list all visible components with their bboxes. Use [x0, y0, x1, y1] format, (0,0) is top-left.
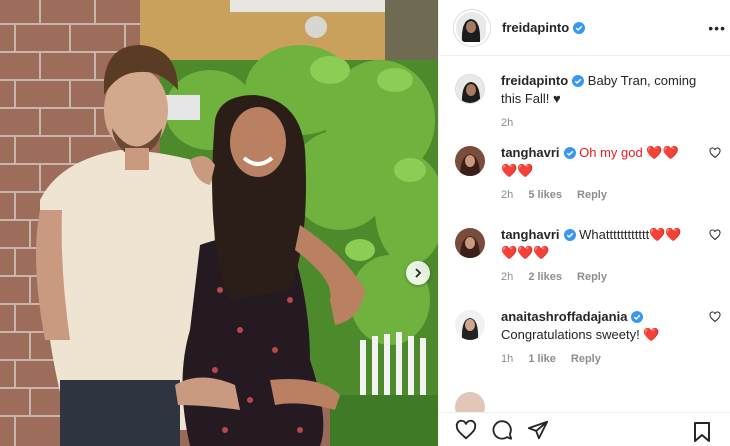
comment-username[interactable]: tanghavri [501, 227, 560, 242]
save-button[interactable] [693, 422, 711, 442]
more-options-icon[interactable]: ••• [708, 20, 726, 36]
caption-text-block: freidapinto Baby Tran, coming this Fall!… [501, 72, 697, 108]
reply-button[interactable]: Reply [571, 353, 601, 365]
post-header: freidapinto ••• [439, 0, 730, 56]
verified-badge-icon [563, 229, 576, 241]
next-photo-button[interactable] [406, 261, 430, 285]
comment-item: tanghavri Oh my god ❤️❤️ ❤️❤️ 2h 5 likes… [439, 144, 730, 226]
avatar-image [455, 146, 485, 176]
verified-badge-icon [631, 311, 644, 323]
avatar-image [456, 75, 484, 103]
reply-button[interactable]: Reply [577, 189, 607, 201]
post-sidebar: freidapinto ••• freidapinto Baby Tran, c… [438, 0, 730, 446]
comment-likes[interactable]: 1 like [528, 353, 556, 365]
commenter-avatar[interactable] [455, 146, 485, 176]
commenter-avatar[interactable] [455, 228, 485, 258]
heart-icon[interactable] [709, 147, 721, 159]
comment-item: tanghavri Whatttttttttttt❤️❤️ ❤️❤️❤️ 2h … [439, 226, 730, 308]
heart-icon [455, 419, 477, 439]
comment-button[interactable] [491, 419, 513, 441]
comment-item: anaitashroffadajania Congratulations swe… [439, 308, 730, 390]
post-photo[interactable] [0, 0, 438, 446]
commenter-avatar[interactable] [455, 392, 485, 412]
avatar-image [456, 11, 486, 42]
post-image [0, 0, 438, 446]
heart-icon[interactable] [709, 229, 721, 241]
comment-text-block: tanghavri Whatttttttttttt❤️❤️ ❤️❤️❤️ [501, 226, 697, 262]
reply-button[interactable]: Reply [577, 271, 607, 283]
share-button[interactable] [527, 419, 549, 441]
comment-time: 1h [501, 353, 514, 365]
avatar-image [455, 310, 485, 340]
verified-badge-icon [573, 22, 586, 34]
comments-list: freidapinto Baby Tran, coming this Fall!… [439, 72, 730, 412]
comment-meta: 2h 5 likes Reply [501, 189, 697, 201]
author-username[interactable]: freidapinto [502, 20, 586, 35]
comment-meta: 2h 2 likes Reply [501, 271, 697, 283]
comment-username[interactable]: tanghavri [501, 145, 560, 160]
bookmark-icon [694, 422, 710, 442]
share-icon [527, 420, 549, 439]
caption: freidapinto Baby Tran, coming this Fall!… [439, 72, 730, 144]
comment-username[interactable]: anaitashroffadajania [501, 309, 627, 324]
comment-item [439, 390, 730, 412]
caption-username[interactable]: freidapinto [501, 73, 568, 88]
heart-icon[interactable] [709, 311, 721, 323]
comment-time: 2h [501, 189, 514, 201]
verified-badge-icon [572, 75, 585, 87]
post-actions [439, 412, 730, 446]
comment-likes[interactable]: 5 likes [528, 189, 562, 201]
comment-likes[interactable]: 2 likes [528, 271, 562, 283]
caption-meta: 2h [501, 117, 697, 129]
author-avatar[interactable] [453, 8, 491, 47]
comment-text-block: tanghavri Oh my god ❤️❤️ ❤️❤️ [501, 144, 697, 180]
comment-text: Congratulations sweety! ❤️ [501, 327, 660, 342]
caption-avatar[interactable] [455, 74, 485, 104]
comment-time: 2h [501, 271, 514, 283]
like-button[interactable] [455, 419, 477, 441]
avatar-image [455, 228, 485, 258]
verified-badge-icon [563, 147, 576, 159]
caption-time: 2h [501, 117, 514, 129]
commenter-avatar[interactable] [455, 310, 485, 340]
comment-meta: 1h 1 like Reply [501, 353, 697, 365]
comment-icon [492, 419, 513, 440]
comment-text-block: anaitashroffadajania Congratulations swe… [501, 308, 697, 344]
chevron-right-icon [415, 268, 422, 278]
